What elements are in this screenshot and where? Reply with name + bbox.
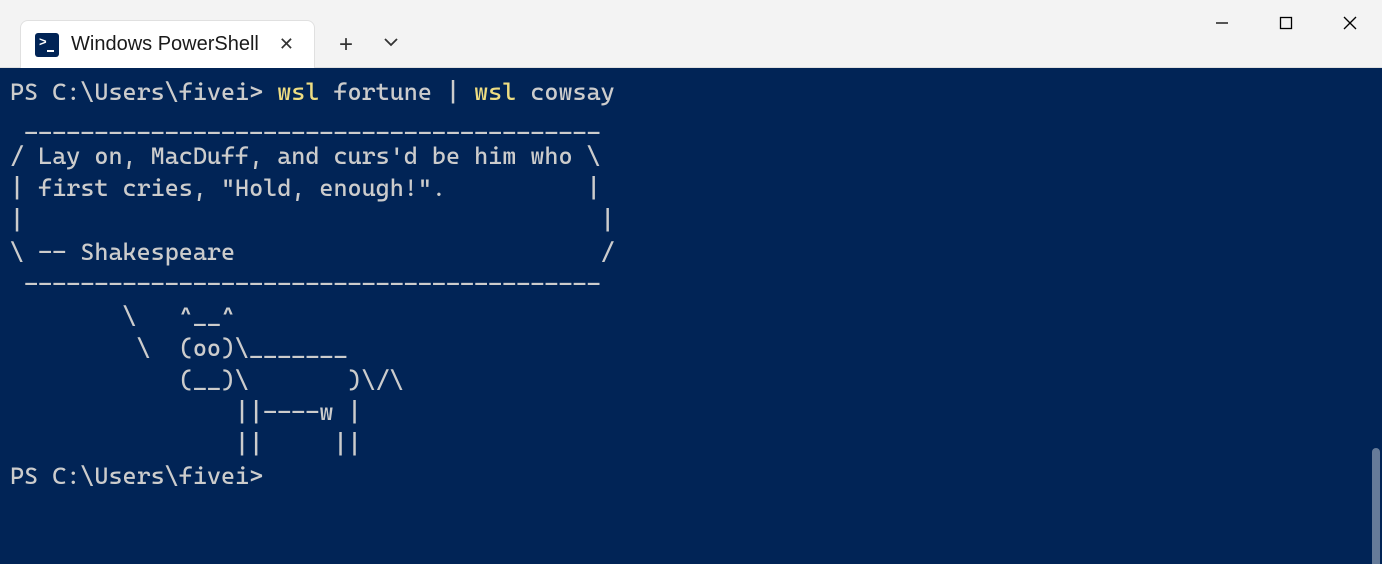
scrollbar-thumb[interactable] [1372, 448, 1380, 564]
close-icon [1343, 16, 1357, 30]
command-token: wsl [277, 78, 333, 106]
tab-title: Windows PowerShell [71, 33, 259, 56]
chevron-down-icon [381, 32, 401, 52]
terminal-output: ________________________________________… [10, 108, 1372, 460]
terminal-area[interactable]: PS C:\Users\fivei> wsl fortune | wsl cow… [0, 68, 1382, 564]
command-pipe: | [446, 78, 474, 106]
terminal-line-1: PS C:\Users\fivei> wsl fortune | wsl cow… [10, 76, 1372, 108]
titlebar: Windows PowerShell ✕ + [0, 0, 1382, 68]
minimize-icon [1215, 16, 1229, 30]
powershell-icon [35, 33, 59, 57]
minimize-button[interactable] [1190, 0, 1254, 45]
tabbar-controls: + [339, 32, 401, 57]
maximize-icon [1279, 16, 1293, 30]
prompt: PS C:\Users\fivei> [10, 78, 277, 106]
close-tab-button[interactable]: ✕ [279, 34, 294, 55]
new-tab-button[interactable]: + [339, 33, 353, 57]
maximize-button[interactable] [1254, 0, 1318, 45]
close-window-button[interactable] [1318, 0, 1382, 45]
command-arg: fortune [333, 78, 446, 106]
command-arg: cowsay [530, 78, 614, 106]
tab-powershell[interactable]: Windows PowerShell ✕ [20, 20, 315, 68]
prompt: PS C:\Users\fivei> [10, 462, 263, 490]
window-controls [1190, 0, 1382, 45]
tab-dropdown-button[interactable] [381, 32, 401, 57]
command-token: wsl [474, 78, 530, 106]
terminal-line-prompt2: PS C:\Users\fivei> [10, 460, 1372, 492]
